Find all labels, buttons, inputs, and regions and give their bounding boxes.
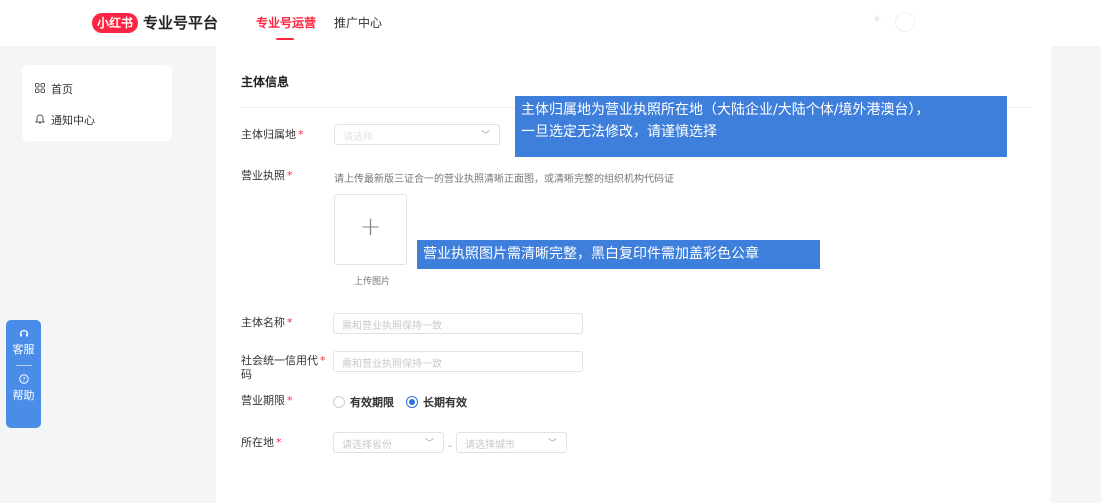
help-label: 帮助 xyxy=(12,389,35,402)
tab-promotion-center[interactable]: 推广中心 xyxy=(334,14,382,31)
radio-circle-selected xyxy=(406,396,418,408)
upload-label: 上传图片 xyxy=(354,277,391,287)
business-license-label: 营业执照 * xyxy=(241,169,293,182)
sidebar-item-label: 首页 xyxy=(51,83,73,96)
sidebar: 首页 通知中心 xyxy=(22,65,172,141)
float-divider xyxy=(15,365,32,366)
entity-location-label: 主体归属地 * xyxy=(241,128,304,141)
chevron-down-icon: ﹀ xyxy=(480,131,490,141)
sidebar-item-label: 通知中心 xyxy=(51,114,95,127)
sidebar-item-home[interactable]: 首页 xyxy=(35,81,73,97)
message-icon[interactable]: ✦ xyxy=(872,12,882,26)
plus-icon: + xyxy=(359,212,382,242)
customer-service-button[interactable]: 客服 xyxy=(6,320,41,357)
chevron-down-icon: ﹀ xyxy=(424,439,434,449)
province-placeholder: 请选择省份 xyxy=(342,440,392,451)
sidebar-item-notifications[interactable]: 通知中心 xyxy=(34,112,95,128)
xiaohongshu-logo[interactable]: 小红书 xyxy=(92,13,139,33)
brand-title: 专业号平台 xyxy=(143,14,219,32)
radio-fixed-term[interactable]: 有效期限 xyxy=(333,394,394,410)
active-tab-indicator xyxy=(276,38,294,40)
license-annotation: 营业执照图片需清晰完整，黑白复印件需加盖彩色公章 xyxy=(417,240,820,269)
province-select[interactable]: 请选择省份 ﹀ xyxy=(333,432,444,453)
bell-icon xyxy=(34,113,46,127)
floating-service-bar: 客服 ? 帮助 xyxy=(6,320,41,428)
tab-professional-operation[interactable]: 专业号运营 xyxy=(256,14,316,31)
location-separator: - xyxy=(448,439,452,452)
credit-code-input[interactable]: 需和营业执照保持一致 xyxy=(333,351,583,372)
top-bar: 小红书 专业号平台 专业号运营 推广中心 ✦ xyxy=(0,0,1101,46)
section-title: 主体信息 xyxy=(241,75,290,89)
city-select[interactable]: 请选择城市 ﹀ xyxy=(456,432,567,453)
upload-license-button[interactable]: + xyxy=(334,194,407,265)
customer-service-label: 客服 xyxy=(12,343,35,356)
radio-long-term[interactable]: 长期有效 xyxy=(406,394,467,410)
grid-icon xyxy=(35,82,45,96)
location-annotation: 主体归属地为营业执照所在地（大陆企业/大陆个体/境外港澳台）， 一旦选定无法修改… xyxy=(515,96,1007,157)
credit-code-placeholder: 需和营业执照保持一致 xyxy=(342,359,442,370)
entity-location-placeholder: 请选择 xyxy=(343,132,373,143)
avatar[interactable] xyxy=(895,12,915,32)
city-placeholder: 请选择城市 xyxy=(465,440,515,451)
help-circle-icon: ? xyxy=(6,374,41,387)
entity-location-select[interactable]: 请选择 ﹀ xyxy=(334,124,500,145)
entity-name-placeholder: 需和营业执照保持一致 xyxy=(342,321,442,332)
svg-text:?: ? xyxy=(22,375,25,383)
radio-circle xyxy=(333,396,345,408)
help-button[interactable]: ? 帮助 xyxy=(6,374,41,403)
credit-code-label: 社会统一信用代 * 码 xyxy=(241,354,326,381)
entity-name-input[interactable]: 需和营业执照保持一致 xyxy=(333,313,583,334)
business-license-hint: 请上传最新版三证合一的营业执照清晰正面图，或清晰完整的组织机构代码证 xyxy=(334,174,674,185)
chevron-down-icon: ﹀ xyxy=(547,439,557,449)
business-term-label: 营业期限 * xyxy=(241,394,293,407)
entity-name-label: 主体名称 * xyxy=(241,316,293,329)
headset-icon xyxy=(6,328,41,341)
location-label: 所在地 * xyxy=(241,436,282,449)
